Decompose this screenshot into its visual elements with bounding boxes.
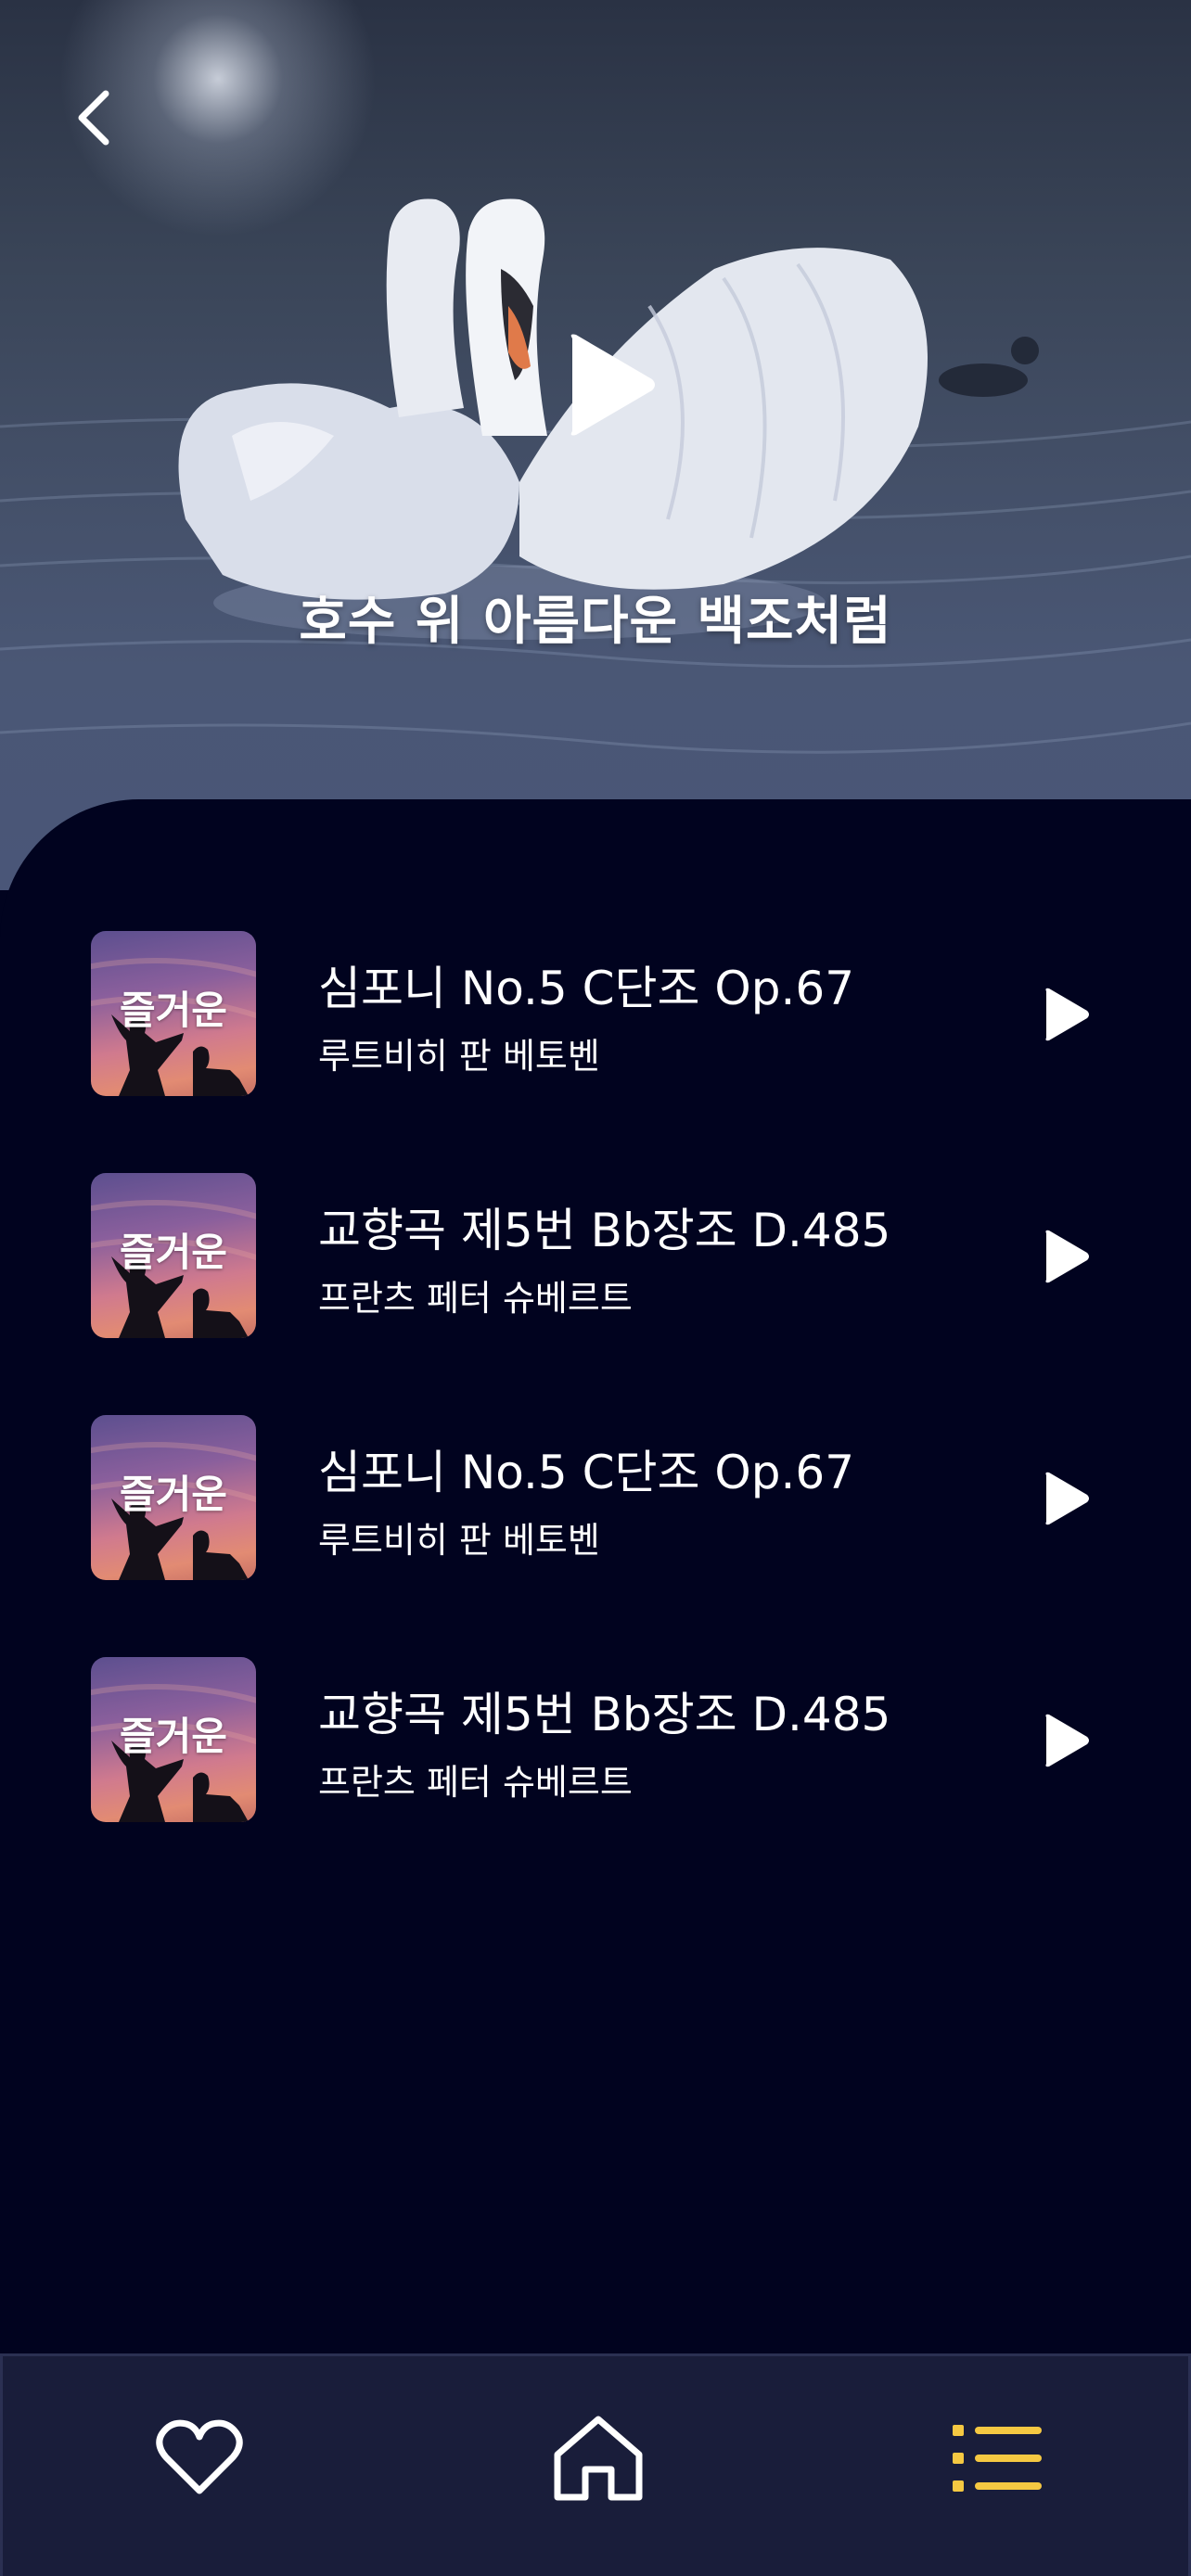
nav-home[interactable] <box>533 2393 663 2523</box>
track-row[interactable]: 즐거운 심포니 No.5 C단조 Op.67 루트비히 판 베토벤 <box>91 1415 1111 1580</box>
track-row[interactable]: 즐거운 심포니 No.5 C단조 Op.67 루트비히 판 베토벤 <box>91 931 1111 1096</box>
swan-illustration <box>0 198 1191 754</box>
thumbnail-label: 즐거운 <box>120 1230 227 1275</box>
track-play-button[interactable] <box>1028 977 1102 1052</box>
track-title: 교향곡 제5번 Bb장조 D.485 <box>318 1204 891 1257</box>
heart-icon <box>156 2419 243 2494</box>
chevron-left-icon <box>78 90 109 146</box>
play-icon <box>1045 1714 1089 1767</box>
track-thumbnail: 즐거운 <box>91 1415 256 1580</box>
back-button[interactable] <box>65 88 124 147</box>
nav-favorites[interactable] <box>134 2393 264 2523</box>
track-title: 심포니 No.5 C단조 Op.67 <box>318 962 855 1015</box>
track-thumbnail: 즐거운 <box>91 931 256 1096</box>
bottom-navigation <box>0 2353 1191 2576</box>
hero-play-button[interactable] <box>555 329 666 440</box>
track-thumbnail: 즐거운 <box>91 1657 256 1822</box>
play-icon <box>1045 1230 1089 1283</box>
play-icon <box>1045 1472 1089 1525</box>
track-artist: 프란츠 페터 슈베르트 <box>318 1762 633 1803</box>
home-icon <box>554 2416 643 2501</box>
track-title: 교향곡 제5번 Bb장조 D.485 <box>318 1688 891 1741</box>
play-icon <box>1045 988 1089 1041</box>
play-icon <box>570 334 655 436</box>
list-icon <box>953 2425 1042 2492</box>
track-artist: 프란츠 페터 슈베르트 <box>318 1278 633 1319</box>
nav-playlist[interactable] <box>932 2393 1062 2523</box>
thumbnail-label: 즐거운 <box>120 1714 227 1759</box>
track-thumbnail: 즐거운 <box>91 1173 256 1338</box>
track-play-button[interactable] <box>1028 1461 1102 1536</box>
thumbnail-label: 즐거운 <box>120 988 227 1033</box>
track-title: 심포니 No.5 C단조 Op.67 <box>318 1446 855 1499</box>
thumbnail-label: 즐거운 <box>120 1472 227 1517</box>
track-list: 즐거운 심포니 No.5 C단조 Op.67 루트비히 판 베토벤 즐거운 교향… <box>0 799 1191 2357</box>
track-row[interactable]: 즐거운 교향곡 제5번 Bb장조 D.485 프란츠 페터 슈베르트 <box>91 1657 1111 1822</box>
track-row[interactable]: 즐거운 교향곡 제5번 Bb장조 D.485 프란츠 페터 슈베르트 <box>91 1173 1111 1338</box>
hero-banner: 호수 위 아름다운 백조처럼 <box>0 0 1191 890</box>
track-artist: 루트비히 판 베토벤 <box>318 1036 600 1077</box>
screen: 호수 위 아름다운 백조처럼 즐거운 심포니 No.5 C단조 Op.67 루트… <box>0 0 1191 2576</box>
track-play-button[interactable] <box>1028 1219 1102 1294</box>
track-artist: 루트비히 판 베토벤 <box>318 1520 600 1561</box>
track-play-button[interactable] <box>1028 1703 1102 1778</box>
playlist-title: 호수 위 아름다운 백조처럼 <box>299 592 892 652</box>
